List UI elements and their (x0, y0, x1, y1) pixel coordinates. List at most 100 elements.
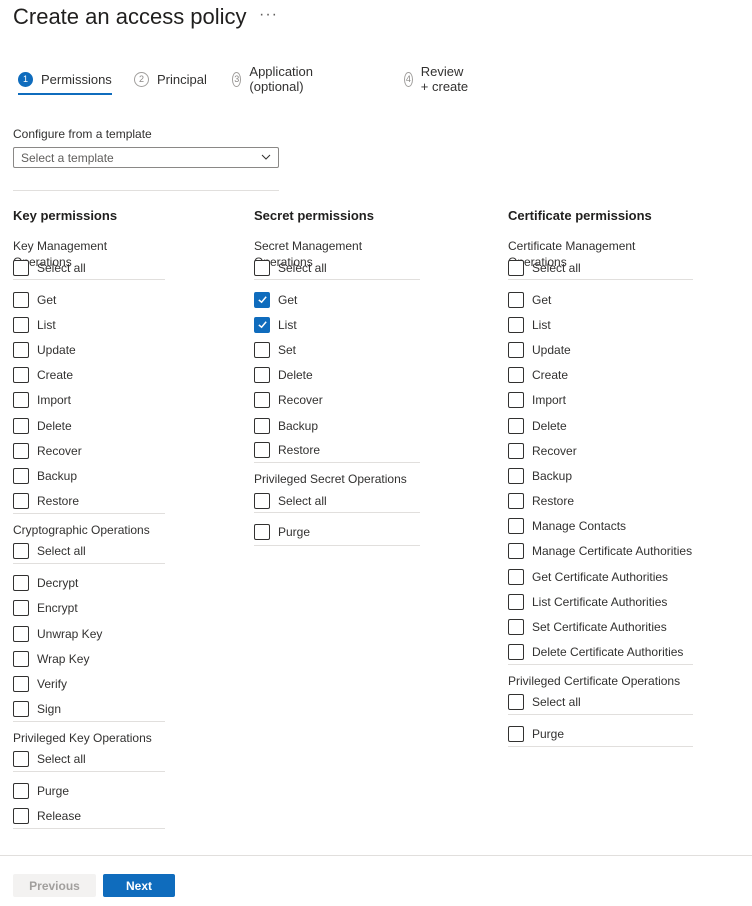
checkbox[interactable] (508, 593, 524, 610)
permission-set[interactable]: Set (254, 337, 420, 362)
previous-button[interactable]: Previous (13, 874, 96, 897)
checkbox[interactable] (13, 783, 29, 800)
checkbox[interactable] (508, 568, 524, 585)
checkbox[interactable] (13, 600, 29, 617)
checkbox[interactable] (13, 575, 29, 592)
checkbox[interactable] (13, 543, 29, 560)
select-all-checkbox[interactable]: Select all (13, 748, 165, 772)
permission-list-certificate-authorities[interactable]: List Certificate Authorities (508, 589, 693, 614)
permission-restore[interactable]: Restore (508, 489, 693, 514)
checkbox[interactable] (254, 492, 270, 509)
permission-encrypt[interactable]: Encrypt (13, 596, 165, 621)
permission-unwrap-key[interactable]: Unwrap Key (13, 621, 165, 646)
permission-create[interactable]: Create (13, 363, 165, 388)
permission-recover[interactable]: Recover (13, 438, 165, 463)
checkbox[interactable] (508, 367, 524, 384)
checkbox[interactable] (508, 643, 524, 660)
permission-purge[interactable]: Purge (254, 520, 420, 546)
checkbox[interactable] (254, 417, 270, 434)
checkbox[interactable] (508, 392, 524, 409)
select-all-checkbox[interactable]: Select all (13, 540, 165, 564)
permission-sign[interactable]: Sign (13, 697, 165, 722)
checkbox[interactable] (13, 467, 29, 484)
permission-wrap-key[interactable]: Wrap Key (13, 646, 165, 671)
checkbox[interactable] (508, 493, 524, 510)
more-options-icon[interactable]: ··· (259, 6, 278, 24)
select-all-checkbox[interactable]: Select all (254, 256, 420, 280)
next-button[interactable]: Next (103, 874, 175, 897)
select-all-checkbox[interactable]: Select all (508, 256, 693, 280)
checkbox[interactable] (13, 650, 29, 667)
checkbox[interactable] (13, 392, 29, 409)
permission-import[interactable]: Import (508, 388, 693, 413)
checkbox[interactable] (254, 291, 270, 308)
checkbox[interactable] (508, 518, 524, 535)
tab-principal[interactable]: 2 Principal (134, 70, 207, 88)
checkbox[interactable] (13, 808, 29, 825)
permission-import[interactable]: Import (13, 388, 165, 413)
permission-delete[interactable]: Delete (254, 363, 420, 388)
checkbox[interactable] (508, 694, 524, 711)
checkbox[interactable] (508, 417, 524, 434)
checkbox[interactable] (508, 291, 524, 308)
permission-decrypt[interactable]: Decrypt (13, 571, 165, 596)
select-all-checkbox[interactable]: Select all (254, 489, 420, 514)
permission-update[interactable]: Update (508, 337, 693, 362)
checkbox[interactable] (13, 259, 29, 276)
checkbox[interactable] (13, 291, 29, 308)
permission-purge[interactable]: Purge (13, 779, 165, 804)
permission-set-certificate-authorities[interactable]: Set Certificate Authorities (508, 614, 693, 639)
permission-verify[interactable]: Verify (13, 671, 165, 696)
checkbox[interactable] (13, 316, 29, 333)
checkbox[interactable] (13, 367, 29, 384)
permission-get[interactable]: Get (508, 287, 693, 312)
checkbox[interactable] (254, 316, 270, 333)
permission-get[interactable]: Get (13, 287, 165, 312)
checkbox[interactable] (508, 442, 524, 459)
permission-backup[interactable]: Backup (508, 463, 693, 488)
permission-backup[interactable]: Backup (13, 463, 165, 488)
permission-restore[interactable]: Restore (13, 489, 165, 514)
permission-create[interactable]: Create (508, 363, 693, 388)
checkbox[interactable] (508, 467, 524, 484)
permission-delete[interactable]: Delete (508, 413, 693, 438)
permission-manage-certificate-authorities[interactable]: Manage Certificate Authorities (508, 539, 693, 564)
permission-recover[interactable]: Recover (254, 388, 420, 413)
checkbox[interactable] (254, 341, 270, 358)
permission-get-certificate-authorities[interactable]: Get Certificate Authorities (508, 564, 693, 589)
checkbox[interactable] (508, 316, 524, 333)
permission-delete-certificate-authorities[interactable]: Delete Certificate Authorities (508, 640, 693, 665)
tab-review-create[interactable]: 4 Review + create (404, 64, 470, 94)
permission-get[interactable]: Get (254, 287, 420, 312)
checkbox[interactable] (254, 259, 270, 276)
checkbox[interactable] (13, 417, 29, 434)
checkbox[interactable] (254, 442, 270, 459)
permission-release[interactable]: Release (13, 804, 165, 830)
checkbox[interactable] (254, 524, 270, 541)
checkbox[interactable] (13, 700, 29, 717)
checkbox[interactable] (13, 341, 29, 358)
checkbox[interactable] (508, 619, 524, 636)
select-all-checkbox[interactable]: Select all (508, 691, 693, 715)
checkbox[interactable] (508, 259, 524, 276)
permission-manage-contacts[interactable]: Manage Contacts (508, 514, 693, 539)
checkbox[interactable] (13, 492, 29, 509)
checkbox[interactable] (13, 442, 29, 459)
permission-restore[interactable]: Restore (254, 438, 420, 464)
permission-list[interactable]: List (13, 312, 165, 337)
permission-purge[interactable]: Purge (508, 722, 693, 747)
tab-permissions[interactable]: 1 Permissions (18, 70, 112, 95)
permission-recover[interactable]: Recover (508, 438, 693, 463)
checkbox[interactable] (254, 392, 270, 409)
template-dropdown[interactable]: Select a template (13, 147, 279, 168)
permission-list[interactable]: List (254, 312, 420, 337)
permission-delete[interactable]: Delete (13, 413, 165, 438)
checkbox[interactable] (508, 341, 524, 358)
checkbox[interactable] (13, 676, 29, 693)
checkbox[interactable] (13, 625, 29, 642)
checkbox[interactable] (13, 751, 29, 768)
checkbox[interactable] (254, 367, 270, 384)
permission-backup[interactable]: Backup (254, 413, 420, 438)
checkbox[interactable] (508, 543, 524, 560)
permission-update[interactable]: Update (13, 337, 165, 362)
